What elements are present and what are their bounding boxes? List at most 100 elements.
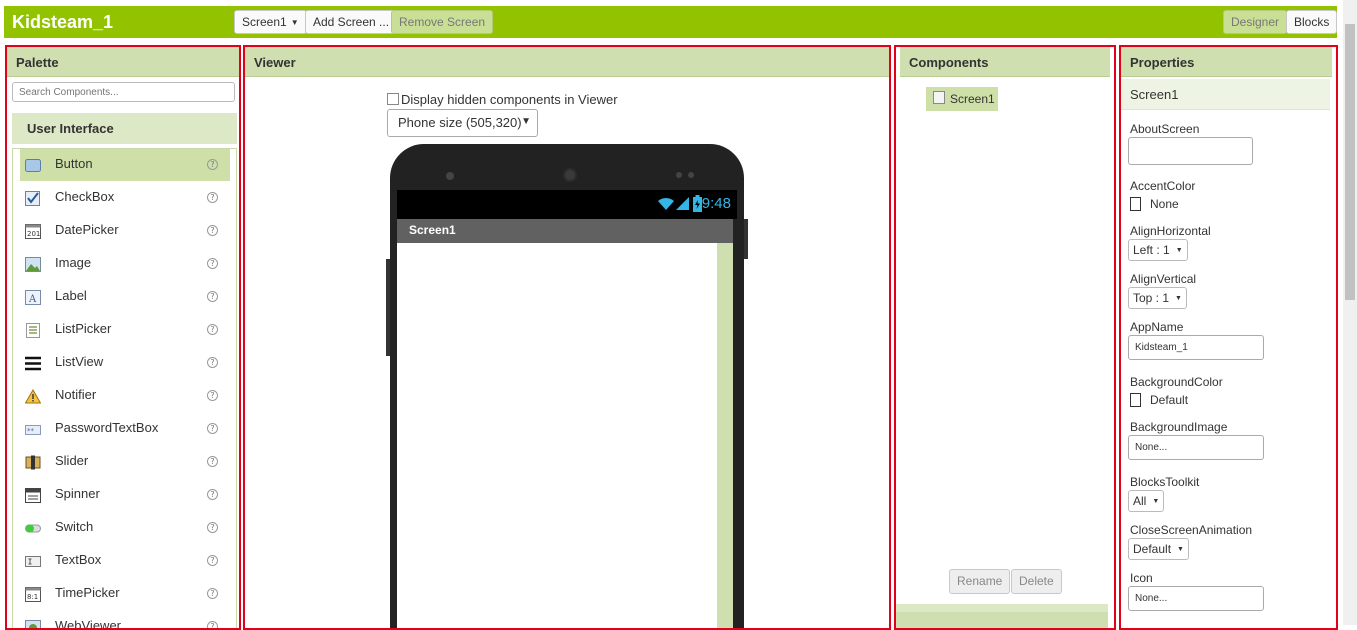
help-icon[interactable]: ? xyxy=(207,621,218,630)
palette-item-label: WebViewer xyxy=(55,618,121,630)
component-tree-screen1[interactable]: Screen1 xyxy=(926,87,998,111)
screen-canvas[interactable] xyxy=(397,243,717,630)
password-icon: ** xyxy=(25,422,41,437)
battery-icon xyxy=(693,195,702,212)
help-icon[interactable]: ? xyxy=(207,291,218,302)
listview-icon xyxy=(25,356,41,371)
blocks-button[interactable]: Blocks xyxy=(1286,10,1337,34)
components-title: Components xyxy=(900,47,1110,77)
listpicker-icon xyxy=(25,323,41,338)
category-user-interface[interactable]: User Interface xyxy=(12,113,237,144)
alignhorizontal-value: Left : 1 xyxy=(1133,243,1170,257)
alignvertical-value: Top : 1 xyxy=(1133,291,1169,305)
palette-item-label: CheckBox xyxy=(55,189,114,204)
svg-text:201: 201 xyxy=(27,230,40,238)
scrollbar-thumb[interactable] xyxy=(1345,24,1355,300)
prop-label-aboutscreen: AboutScreen xyxy=(1130,122,1199,136)
palette-item-button[interactable]: Button ? xyxy=(20,149,230,181)
speaker-icon xyxy=(563,168,577,182)
palette-item-textbox[interactable]: TextBox ? xyxy=(20,545,230,577)
timepicker-icon: 8:1 xyxy=(25,587,41,602)
search-components-input[interactable] xyxy=(12,82,235,102)
prop-label-backgroundimage: BackgroundImage xyxy=(1130,420,1227,434)
prop-label-accentcolor: AccentColor xyxy=(1130,179,1195,193)
palette-item-label: Notifier xyxy=(55,387,96,402)
alignhorizontal-select[interactable]: Left : 1▼ xyxy=(1128,239,1188,261)
screen-select-dropdown[interactable]: Screen1▼ xyxy=(234,10,307,34)
palette-item-label: TextBox xyxy=(55,552,101,567)
svg-text:8:1: 8:1 xyxy=(27,593,38,601)
palette-item-passwordtextbox[interactable]: ** PasswordTextBox ? xyxy=(20,413,230,445)
prop-label-blockstoolkit: BlocksToolkit xyxy=(1130,475,1199,489)
help-icon[interactable]: ? xyxy=(207,555,218,566)
remove-screen-button[interactable]: Remove Screen xyxy=(391,10,493,34)
icon-picker[interactable]: None... xyxy=(1128,586,1264,611)
delete-button[interactable]: Delete xyxy=(1011,569,1062,594)
help-icon[interactable]: ? xyxy=(207,456,218,467)
svg-text:A: A xyxy=(28,294,37,305)
components-footer xyxy=(896,604,1108,612)
palette-item-listpicker[interactable]: ListPicker ? xyxy=(20,314,230,346)
palette-item-listview[interactable]: ListView ? xyxy=(20,347,230,379)
display-hidden-checkbox[interactable]: Display hidden components in Viewer xyxy=(387,92,618,107)
spinner-icon xyxy=(25,488,41,503)
rename-button[interactable]: Rename xyxy=(949,569,1010,594)
add-screen-button[interactable]: Add Screen ... xyxy=(305,10,397,34)
palette-item-label: ListView xyxy=(55,354,103,369)
closescreenanimation-select[interactable]: Default▼ xyxy=(1128,538,1189,560)
palette-item-label: Image xyxy=(55,255,91,270)
blockstoolkit-select[interactable]: All ▼ xyxy=(1128,490,1164,512)
help-icon[interactable]: ? xyxy=(207,489,218,500)
palette-item-switch[interactable]: Switch ? xyxy=(20,512,230,544)
aboutscreen-textarea[interactable] xyxy=(1128,137,1253,165)
palette-item-label: Label xyxy=(55,288,87,303)
palette-item-slider[interactable]: Slider ? xyxy=(20,446,230,478)
phone-preview: 9:48 Screen1 xyxy=(390,144,744,630)
palette-item-timepicker[interactable]: 8:1 TimePicker ? xyxy=(20,578,230,610)
viewer-panel: Viewer Display hidden components in View… xyxy=(243,45,891,630)
help-icon[interactable]: ? xyxy=(207,225,218,236)
help-icon[interactable]: ? xyxy=(207,159,218,170)
backgroundcolor-picker[interactable]: Default xyxy=(1130,393,1188,407)
help-icon[interactable]: ? xyxy=(207,423,218,434)
phone-volume-button xyxy=(386,259,390,356)
help-icon[interactable]: ? xyxy=(207,258,218,269)
palette-item-datepicker[interactable]: 201 DatePicker ? xyxy=(20,215,230,247)
alignvertical-select[interactable]: Top : 1▼ xyxy=(1128,287,1187,309)
page-scrollbar[interactable] xyxy=(1343,0,1357,625)
backgroundimage-picker[interactable]: None... xyxy=(1128,435,1264,460)
palette-item-label: TimePicker xyxy=(55,585,120,600)
label-icon: A xyxy=(25,290,41,305)
checkbox[interactable] xyxy=(387,93,399,105)
media-panel-header xyxy=(896,612,1108,630)
textbox-icon xyxy=(25,554,41,569)
help-icon[interactable]: ? xyxy=(207,324,218,335)
help-icon[interactable]: ? xyxy=(207,192,218,203)
chevron-down-icon: ▼ xyxy=(1152,498,1159,505)
palette-list: Button ? CheckBox ? 201 DatePicker ? Ima… xyxy=(12,148,237,630)
button-icon xyxy=(25,158,41,173)
appname-input[interactable] xyxy=(1128,335,1264,360)
palette-item-image[interactable]: Image ? xyxy=(20,248,230,280)
palette-item-checkbox[interactable]: CheckBox ? xyxy=(20,182,230,214)
camera-icon xyxy=(446,172,454,180)
help-icon[interactable]: ? xyxy=(207,522,218,533)
webviewer-icon xyxy=(25,620,41,630)
properties-panel: Properties Screen1 AboutScreen AccentCol… xyxy=(1119,45,1338,630)
blockstoolkit-value: All xyxy=(1133,494,1146,508)
chevron-down-icon: ▼ xyxy=(1177,546,1184,553)
prop-label-alignvertical: AlignVertical xyxy=(1130,272,1196,286)
accentcolor-picker[interactable]: None xyxy=(1130,197,1179,211)
designer-button[interactable]: Designer xyxy=(1223,10,1287,34)
palette-item-spinner[interactable]: Spinner ? xyxy=(20,479,230,511)
palette-item-webviewer[interactable]: WebViewer ? xyxy=(20,611,230,630)
component-label: Screen1 xyxy=(950,92,995,106)
components-panel: Components Screen1 Rename Delete xyxy=(894,45,1116,630)
palette-item-label[interactable]: A Label ? xyxy=(20,281,230,313)
help-icon[interactable]: ? xyxy=(207,588,218,599)
help-icon[interactable]: ? xyxy=(207,357,218,368)
phone-size-select[interactable]: Phone size (505,320)▼ xyxy=(387,109,538,137)
top-bar: Kidsteam_1 Screen1▼ Add Screen ... Remov… xyxy=(0,0,1357,42)
palette-item-notifier[interactable]: Notifier ? xyxy=(20,380,230,412)
help-icon[interactable]: ? xyxy=(207,390,218,401)
